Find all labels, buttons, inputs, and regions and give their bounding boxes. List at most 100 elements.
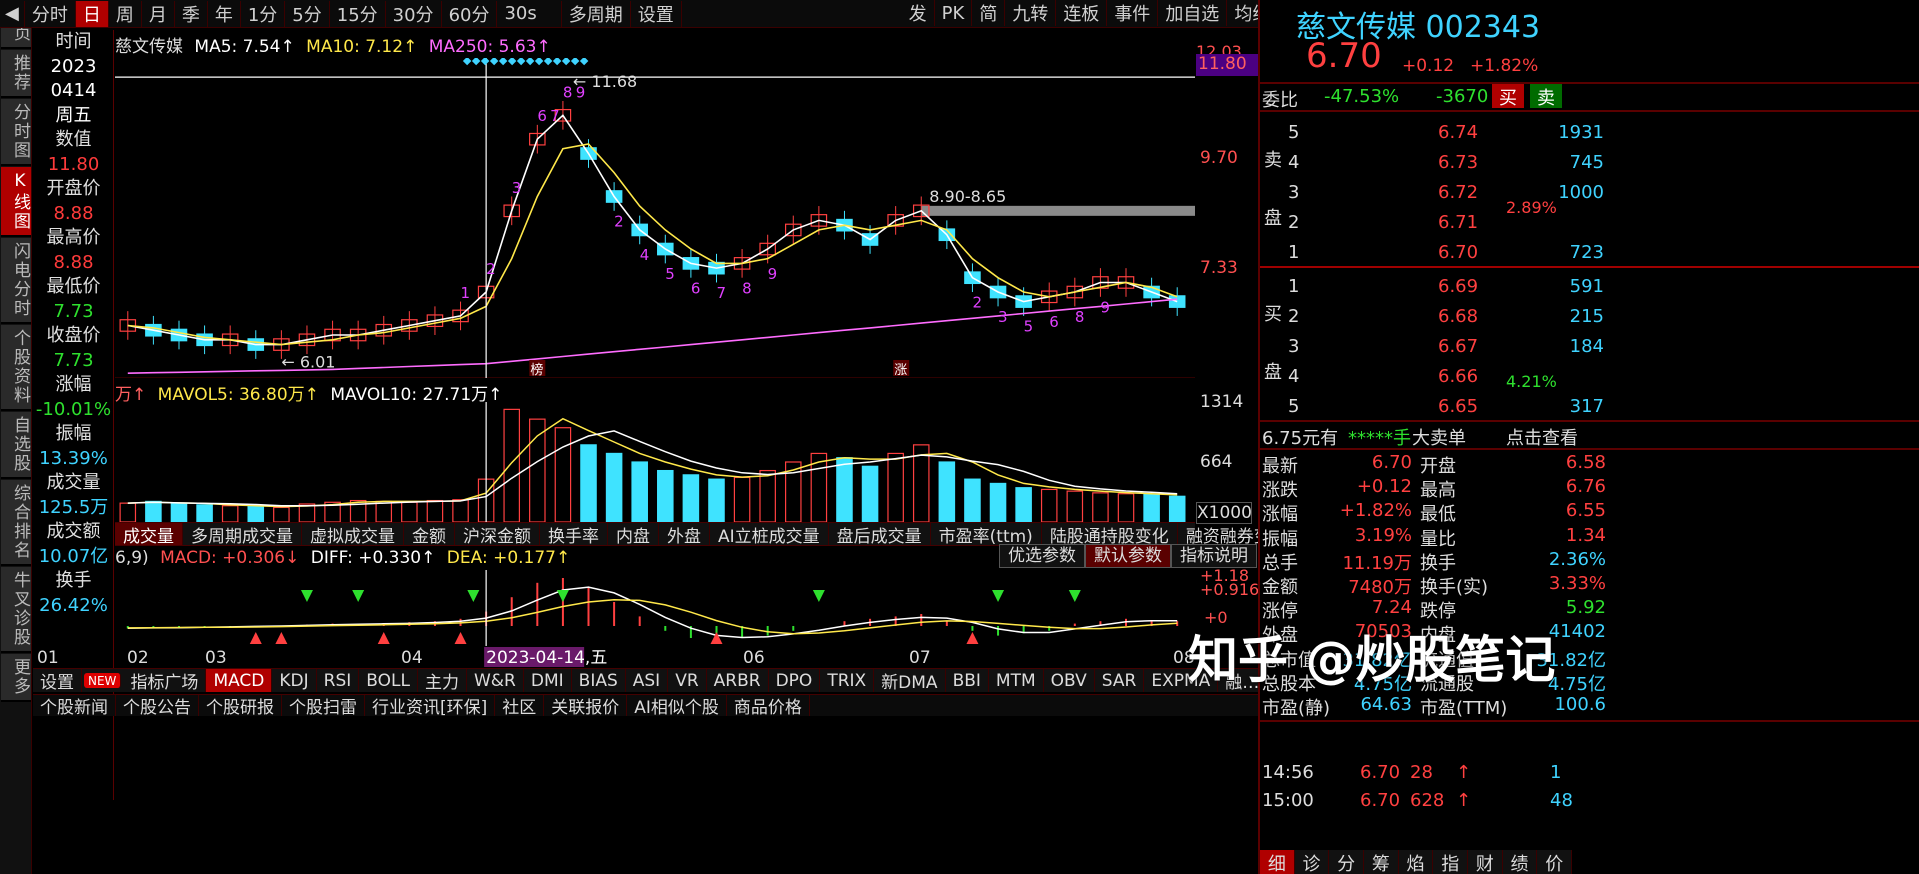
nav-item-3[interactable]: K线图 (1, 167, 31, 237)
period-tab-13[interactable]: 设置 (631, 0, 682, 27)
tool-0[interactable]: 发 (902, 0, 935, 26)
news-tab-6[interactable]: 关联报价 (544, 695, 628, 718)
bids-level-2[interactable]: 2 6.68 215 (1288, 302, 1604, 332)
nav-item-5[interactable]: 个股资料 (1, 325, 31, 411)
vol-tab-9[interactable]: 盘后成交量 (829, 523, 931, 547)
event-marker[interactable]: 榜 (530, 362, 543, 378)
vol-tab-10[interactable]: 市盈率(ttm) (931, 523, 1042, 547)
indicator-tab-14[interactable]: DPO (769, 669, 821, 692)
asks-level-1[interactable]: 1 6.70 723 (1288, 238, 1604, 268)
sell-button[interactable]: 卖 (1530, 84, 1562, 109)
quote-tab-8[interactable]: 价 (1537, 850, 1573, 874)
indicator-tab-13[interactable]: ARBR (707, 669, 769, 692)
news-tab-2[interactable]: 个股研报 (199, 695, 282, 718)
indicator-tab-4[interactable]: KDJ (272, 669, 317, 692)
vol-tab-8[interactable]: AI立桩成交量 (710, 523, 829, 547)
tool-6[interactable]: 加自选 (1158, 0, 1228, 26)
period-tab-6[interactable]: 1分 (241, 0, 286, 27)
nav-item-2[interactable]: 分时图 (1, 99, 31, 166)
quote-tab-5[interactable]: 指 (1433, 850, 1469, 874)
vol-tab-5[interactable]: 换手率 (540, 523, 608, 547)
indicator-tab-20[interactable]: SAR (1095, 669, 1145, 692)
indicator-tab-2[interactable]: 指标广场 (123, 669, 207, 693)
vol-tab-11[interactable]: 陆股通持股变化 (1042, 523, 1178, 547)
indicator-tab-12[interactable]: VR (668, 669, 707, 692)
bids-level-1[interactable]: 1 6.69 591 (1288, 272, 1604, 302)
macd-chart[interactable] (115, 570, 1195, 646)
news-tab-0[interactable]: 个股新闻 (33, 695, 116, 718)
news-tab-7[interactable]: AI相似个股 (627, 695, 727, 718)
vol-tab-1[interactable]: 多周期成交量 (183, 523, 302, 547)
news-tab-5[interactable]: 社区 (495, 695, 545, 718)
news-tab-8[interactable]: 商品价格 (727, 695, 810, 718)
period-tab-8[interactable]: 15分 (330, 0, 386, 27)
period-tab-9[interactable]: 30分 (386, 0, 442, 27)
vol-tab-3[interactable]: 金额 (404, 523, 455, 547)
news-tab-1[interactable]: 个股公告 (116, 695, 199, 718)
tool-5[interactable]: 事件 (1107, 0, 1159, 26)
bids-level-3[interactable]: 3 6.67 184 (1288, 332, 1604, 362)
event-marker[interactable]: 涨 (894, 363, 907, 378)
indicator-tab-16[interactable]: 新DMA (874, 669, 946, 693)
nav-item-9[interactable]: 更多 (1, 654, 31, 702)
macd-btn-1[interactable]: 默认参数 (1085, 544, 1171, 568)
indicator-tab-15[interactable]: TRIX (820, 669, 875, 692)
quote-tab-4[interactable]: 焰 (1398, 850, 1434, 874)
period-tab-7[interactable]: 5分 (285, 0, 330, 27)
indicator-tab-19[interactable]: OBV (1044, 669, 1095, 692)
tool-4[interactable]: 连板 (1056, 0, 1108, 26)
quote-tab-2[interactable]: 分 (1329, 850, 1365, 874)
period-tab-10[interactable]: 60分 (442, 0, 498, 27)
period-tab-11[interactable]: 30s (497, 0, 562, 27)
vol-tab-7[interactable]: 外盘 (659, 523, 710, 547)
tool-1[interactable]: PK (935, 0, 973, 26)
quote-tab-3[interactable]: 筹 (1364, 850, 1399, 874)
quote-tab-1[interactable]: 诊 (1294, 850, 1330, 874)
period-tab-12[interactable]: 多周期 (562, 0, 631, 27)
quote-tab-6[interactable]: 财 (1468, 850, 1503, 874)
asks-level-5[interactable]: 5 6.74 1931 (1288, 118, 1604, 148)
nav-item-8[interactable]: 牛叉诊股 (1, 567, 31, 653)
nav-item-1[interactable]: 推荐 (1, 50, 31, 98)
period-tab-2[interactable]: 周 (109, 0, 142, 27)
vol-tab-4[interactable]: 沪深金额 (455, 523, 540, 547)
indicator-tab-7[interactable]: 主力 (418, 669, 467, 693)
left-navigation: 首页推荐分时图K线图闪电分时个股资料自选股综合排名牛叉诊股更多 (0, 0, 32, 874)
indicator-tab-11[interactable]: ASI (626, 669, 669, 692)
quote-tab-7[interactable]: 绩 (1502, 850, 1538, 874)
period-tab-4[interactable]: 季 (175, 0, 208, 27)
quote-tab-0[interactable]: 细 (1260, 850, 1295, 874)
indicator-tab-18[interactable]: MTM (989, 669, 1044, 692)
vol-tab-6[interactable]: 内盘 (608, 523, 659, 547)
news-tab-4[interactable]: 行业资讯[环保] (365, 695, 496, 718)
indicator-tab-1[interactable]: NEW (84, 673, 122, 688)
period-tab-1[interactable]: 日 (75, 0, 109, 27)
nav-item-7[interactable]: 综合排名 (1, 480, 31, 566)
indicator-tab-5[interactable]: RSI (317, 669, 360, 692)
tool-2[interactable]: 简 (972, 0, 1006, 26)
indicator-tab-0[interactable]: 设置 (33, 669, 82, 693)
buy-button[interactable]: 买 (1492, 84, 1524, 109)
nav-item-4[interactable]: 闪电分时 (1, 238, 31, 324)
macd-btn-0[interactable]: 优选参数 (999, 544, 1085, 568)
nav-item-6[interactable]: 自选股 (1, 412, 31, 479)
indicator-tab-8[interactable]: W&R (467, 669, 524, 692)
period-tab-3[interactable]: 月 (142, 0, 175, 27)
volume-chart[interactable] (115, 402, 1195, 522)
period-tab-5[interactable]: 年 (208, 0, 241, 27)
indicator-tab-3[interactable]: MACD (206, 669, 273, 692)
tool-3[interactable]: 九转 (1005, 0, 1057, 26)
news-tab-3[interactable]: 个股扫雷 (282, 695, 365, 718)
vol-tab-0[interactable]: 成交量 (115, 523, 183, 547)
indicator-tab-10[interactable]: BIAS (572, 669, 626, 692)
big-order-link[interactable]: 点击查看 (1506, 424, 1578, 450)
asks-level-4[interactable]: 4 6.73 745 (1288, 148, 1604, 178)
kline-chart[interactable]: ← 11.68← 6.018.90-8.651236 78 92456 7 89235 6… (115, 58, 1195, 378)
back-icon[interactable]: ◀ (0, 0, 25, 27)
indicator-tab-17[interactable]: BBI (946, 669, 989, 692)
period-tab-0[interactable]: 分时 (25, 0, 76, 27)
indicator-tab-9[interactable]: DMI (524, 669, 572, 692)
vol-tab-2[interactable]: 虚拟成交量 (302, 523, 404, 547)
bids-level-5[interactable]: 5 6.65 317 (1288, 392, 1604, 422)
indicator-tab-6[interactable]: BOLL (359, 669, 418, 692)
